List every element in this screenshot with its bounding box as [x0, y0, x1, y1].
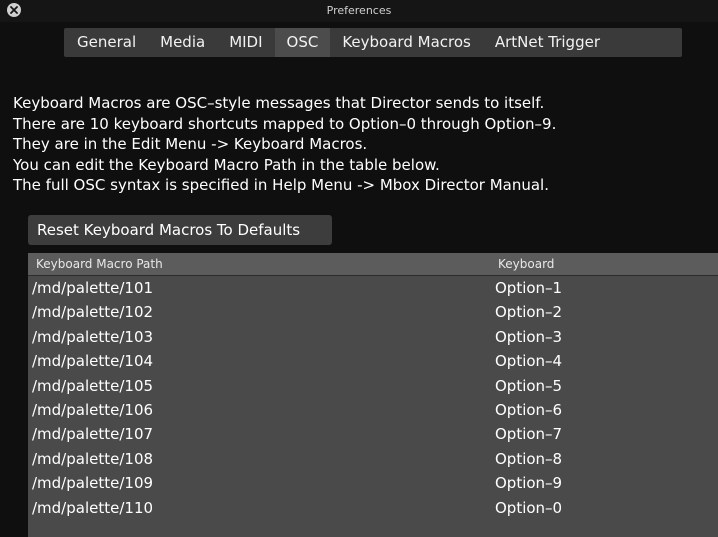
tab-osc[interactable]: OSC: [274, 28, 331, 57]
table-row[interactable]: /md/palette/109 Option–9: [28, 471, 718, 495]
window-title: Preferences: [326, 4, 392, 17]
macro-path-cell[interactable]: /md/palette/107: [32, 422, 153, 446]
macro-path-cell[interactable]: /md/palette/104: [32, 349, 153, 373]
tab-general[interactable]: General: [64, 28, 148, 57]
keyboard-macros-table: Keyboard Macro Path Keyboard /md/palette…: [28, 253, 718, 537]
keyboard-cell: Option–2: [495, 303, 563, 322]
keyboard-cell: Option–7: [495, 425, 563, 444]
table-row[interactable]: /md/palette/104 Option–4: [28, 349, 718, 373]
tab-midi[interactable]: MIDI: [217, 28, 274, 57]
macro-path-cell[interactable]: /md/palette/108: [32, 447, 153, 471]
macro-path-cell[interactable]: /md/palette/103: [32, 325, 153, 349]
description-line: The full OSC syntax is specified in Help…: [13, 176, 549, 194]
keyboard-cell: Option–0: [495, 498, 563, 517]
tab-keyboard-macros[interactable]: Keyboard Macros: [330, 28, 483, 57]
preferences-window: Preferences General Media MIDI OSC Keybo…: [0, 0, 718, 537]
column-header-keyboard[interactable]: Keyboard: [498, 253, 554, 275]
tab-media[interactable]: Media: [148, 28, 217, 57]
table-row[interactable]: /md/palette/107 Option–7: [28, 422, 718, 446]
table-row[interactable]: /md/palette/102 Option–2: [28, 300, 718, 324]
keyboard-cell: Option–4: [495, 352, 563, 371]
table-header: Keyboard Macro Path Keyboard: [28, 253, 718, 276]
keyboard-cell: Option–6: [495, 400, 563, 419]
description-line: Keyboard Macros are OSC–style messages t…: [13, 94, 545, 112]
description-line: You can edit the Keyboard Macro Path in …: [13, 155, 440, 174]
table-row[interactable]: /md/palette/105 Option–5: [28, 374, 718, 398]
tab-bar: General Media MIDI OSC Keyboard Macros A…: [64, 28, 682, 57]
table-row[interactable]: /md/palette/106 Option–6: [28, 398, 718, 422]
keyboard-cell: Option–1: [495, 279, 563, 297]
description-text: Keyboard Macros are OSC–style messages t…: [13, 93, 556, 196]
description-line: They are in the Edit Menu -> Keyboard Ma…: [13, 135, 368, 153]
keyboard-cell: Option–8: [495, 449, 563, 468]
table-row[interactable]: /md/palette/103 Option–3: [28, 325, 718, 349]
macro-path-cell[interactable]: /md/palette/110: [32, 496, 153, 520]
macro-path-cell[interactable]: /md/palette/105: [32, 374, 153, 398]
macro-path-cell[interactable]: /md/palette/101: [32, 276, 153, 300]
macro-path-cell[interactable]: /md/palette/102: [32, 300, 153, 324]
table-row[interactable]: /md/palette/101 Option–1: [28, 276, 718, 300]
macro-path-cell[interactable]: /md/palette/109: [32, 471, 153, 495]
tab-artnet-trigger[interactable]: ArtNet Trigger: [483, 28, 612, 57]
column-header-path[interactable]: Keyboard Macro Path: [36, 253, 163, 275]
table-row[interactable]: /md/palette/110 Option–0: [28, 496, 718, 520]
reset-defaults-button[interactable]: Reset Keyboard Macros To Defaults: [28, 215, 332, 245]
keyboard-cell: Option–5: [495, 376, 563, 395]
description-line: There are 10 keyboard shortcuts mapped t…: [13, 114, 557, 133]
title-bar: Preferences: [0, 0, 718, 22]
macro-path-cell[interactable]: /md/palette/106: [32, 398, 153, 422]
keyboard-cell: Option–9: [495, 474, 563, 493]
keyboard-cell: Option–3: [495, 327, 563, 346]
table-row[interactable]: /md/palette/108 Option–8: [28, 447, 718, 471]
